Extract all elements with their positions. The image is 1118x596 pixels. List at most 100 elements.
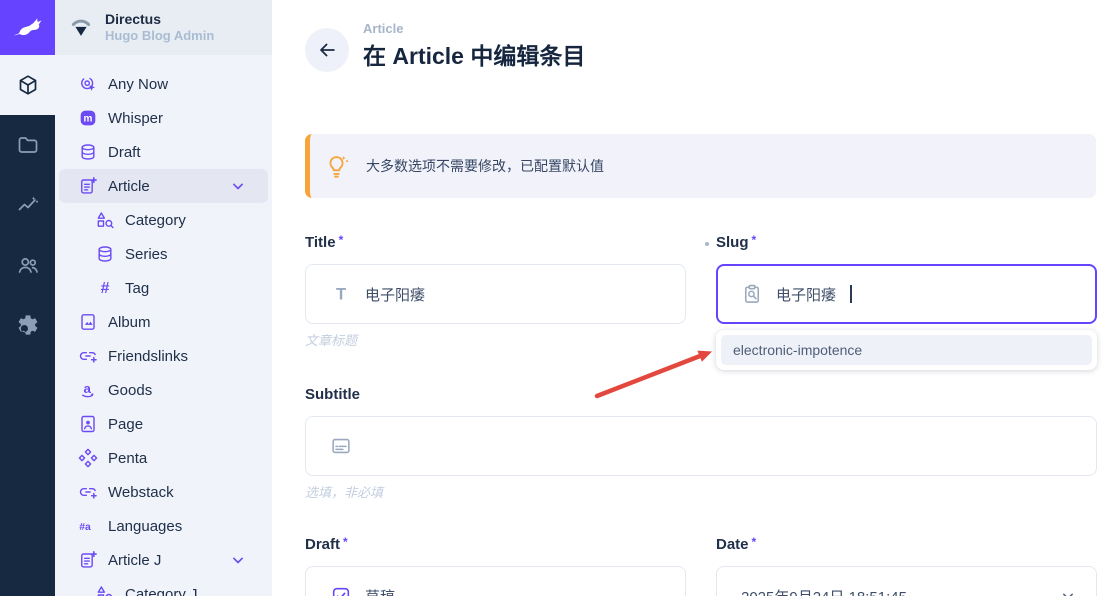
slug-suggestion-dropdown: electronic-impotence <box>716 330 1097 370</box>
svg-text:#: # <box>101 280 110 297</box>
svg-text:m: m <box>84 114 93 125</box>
draft-value: 草稿 <box>365 586 395 596</box>
required-asterisk: * <box>751 233 757 247</box>
users-icon <box>16 253 40 277</box>
chevron-down-icon[interactable] <box>228 176 248 196</box>
database-icon <box>78 142 98 162</box>
draft-label: Draft * <box>305 535 348 553</box>
project-header[interactable]: Directus Hugo Blog Admin <box>55 0 272 55</box>
sidebar-item-series[interactable]: Series <box>59 237 268 271</box>
sidebar-item-category[interactable]: Category <box>59 203 268 237</box>
subtitle-label: Subtitle <box>305 386 360 403</box>
sidebar-item-article-j[interactable]: Article J <box>59 543 268 577</box>
required-asterisk: * <box>338 233 344 247</box>
sidebar-item-label: Album <box>108 313 151 331</box>
goods-icon: a <box>78 380 98 400</box>
draft-toggle[interactable]: 草稿 <box>305 566 686 596</box>
chevron-down-icon[interactable] <box>228 550 248 570</box>
module-list <box>0 55 55 355</box>
box-icon <box>16 73 40 97</box>
module-content[interactable] <box>0 55 55 115</box>
paste-search-icon <box>741 283 763 305</box>
sidebar-item-webstack[interactable]: Webstack <box>59 475 268 509</box>
slug-input[interactable]: 电子阳痿 <box>716 264 1097 324</box>
sidebar-nav: Any Now m Whisper Draft Article Category Serie… <box>55 55 272 596</box>
notice-text: 大多数选项不需要修改，已配置默认值 <box>366 158 604 174</box>
article-icon <box>78 550 98 570</box>
sidebar-item-draft[interactable]: Draft <box>59 135 268 169</box>
album-icon <box>78 312 98 332</box>
sidebar: Directus Hugo Blog Admin Any Now m Whisper… <box>55 0 272 596</box>
chevron-down-icon <box>1058 586 1078 596</box>
page-title: 在 Article 中编辑条目 <box>363 43 586 69</box>
link-plus-icon <box>78 346 98 366</box>
field-draft: Draft * 草稿 <box>305 535 686 596</box>
text-caret <box>850 285 853 303</box>
lightbulb-icon <box>323 153 350 180</box>
title-value: 电子阳痿 <box>365 286 426 304</box>
sidebar-item-penta[interactable]: Penta <box>59 441 268 475</box>
back-arrow-icon <box>316 39 338 61</box>
languages-icon: #a <box>78 516 98 536</box>
date-label: Date * <box>716 535 757 553</box>
sidebar-item-label: Draft <box>108 143 141 161</box>
sidebar-item-page[interactable]: Page <box>59 407 268 441</box>
project-name: Directus <box>105 10 162 27</box>
sidebar-item-article[interactable]: Article <box>59 169 268 203</box>
main-content: Article 在 Article 中编辑条目 大多数选项不需要修改，已配置默认… <box>272 0 1118 596</box>
rabbit-icon <box>10 10 46 46</box>
hash-icon: # <box>95 278 115 298</box>
gear-icon <box>16 313 40 337</box>
sidebar-item-label: Friendslinks <box>108 347 189 365</box>
title-input[interactable]: T 电子阳痿 <box>305 264 686 324</box>
subtitle-note: 选填，非必填 <box>305 485 384 500</box>
svg-text:#a: #a <box>79 522 91 533</box>
svg-text:T: T <box>336 286 346 304</box>
module-settings[interactable] <box>0 295 55 355</box>
title-label: Title * <box>305 233 344 251</box>
date-input[interactable]: 2025年9月24日 18:51:45 <box>716 566 1097 596</box>
required-asterisk: * <box>343 535 348 549</box>
required-asterisk: * <box>751 535 757 549</box>
date-value: 2025年9月24日 18:51:45 <box>741 586 907 596</box>
title-note: 文章标题 <box>305 333 358 348</box>
sidebar-item-label: Any Now <box>108 75 169 93</box>
sidebar-item-label: Category J <box>125 585 198 596</box>
module-bar <box>0 0 55 596</box>
sidebar-item-album[interactable]: Album <box>59 305 268 339</box>
subtitle-input[interactable] <box>305 416 1097 476</box>
slug-suggestion-item[interactable]: electronic-impotence <box>721 335 1092 365</box>
field-subtitle: Subtitle 选填，非必填 <box>305 386 1097 501</box>
module-users[interactable] <box>0 235 55 295</box>
back-button[interactable] <box>305 28 349 72</box>
sidebar-item-label: Article <box>108 177 150 195</box>
field-slug: Slug * 电子阳痿 <box>705 233 1097 324</box>
sidebar-item-any-now[interactable]: Any Now <box>59 67 268 101</box>
sidebar-item-languages[interactable]: #a Languages <box>59 509 268 543</box>
click-icon <box>78 74 98 94</box>
page-icon <box>78 414 98 434</box>
project-subtitle: Hugo Blog Admin <box>105 28 215 44</box>
sidebar-item-label: Article J <box>108 551 162 569</box>
sidebar-item-label: Goods <box>108 381 153 399</box>
field-date: Date * 2025年9月24日 18:51:45 <box>716 535 1097 596</box>
sidebar-item-label: Tag <box>125 279 150 297</box>
sidebar-item-label: Languages <box>108 517 183 535</box>
breadcrumb: Article <box>363 21 404 36</box>
sidebar-item-label: Whisper <box>108 109 164 127</box>
sidebar-item-label: Category <box>125 211 186 229</box>
notice-banner: 大多数选项不需要修改，已配置默认值 <box>305 134 1096 198</box>
sidebar-item-friendslinks[interactable]: Friendslinks <box>59 339 268 373</box>
sidebar-item-label: Page <box>108 415 144 433</box>
sidebar-item-goods[interactable]: a Goods <box>59 373 268 407</box>
svg-text:a: a <box>83 381 91 396</box>
link-plus-icon <box>78 482 98 502</box>
mastodon-icon: m <box>78 108 98 128</box>
sidebar-item-category-j[interactable]: Category J <box>59 577 268 596</box>
field-title: Title * T 电子阳痿 文章标题 <box>305 233 686 349</box>
directus-logo[interactable] <box>0 0 55 55</box>
sidebar-item-tag[interactable]: # Tag <box>59 271 268 305</box>
module-files[interactable] <box>0 115 55 175</box>
sidebar-item-whisper[interactable]: m Whisper <box>59 101 268 135</box>
module-insights[interactable] <box>0 175 55 235</box>
